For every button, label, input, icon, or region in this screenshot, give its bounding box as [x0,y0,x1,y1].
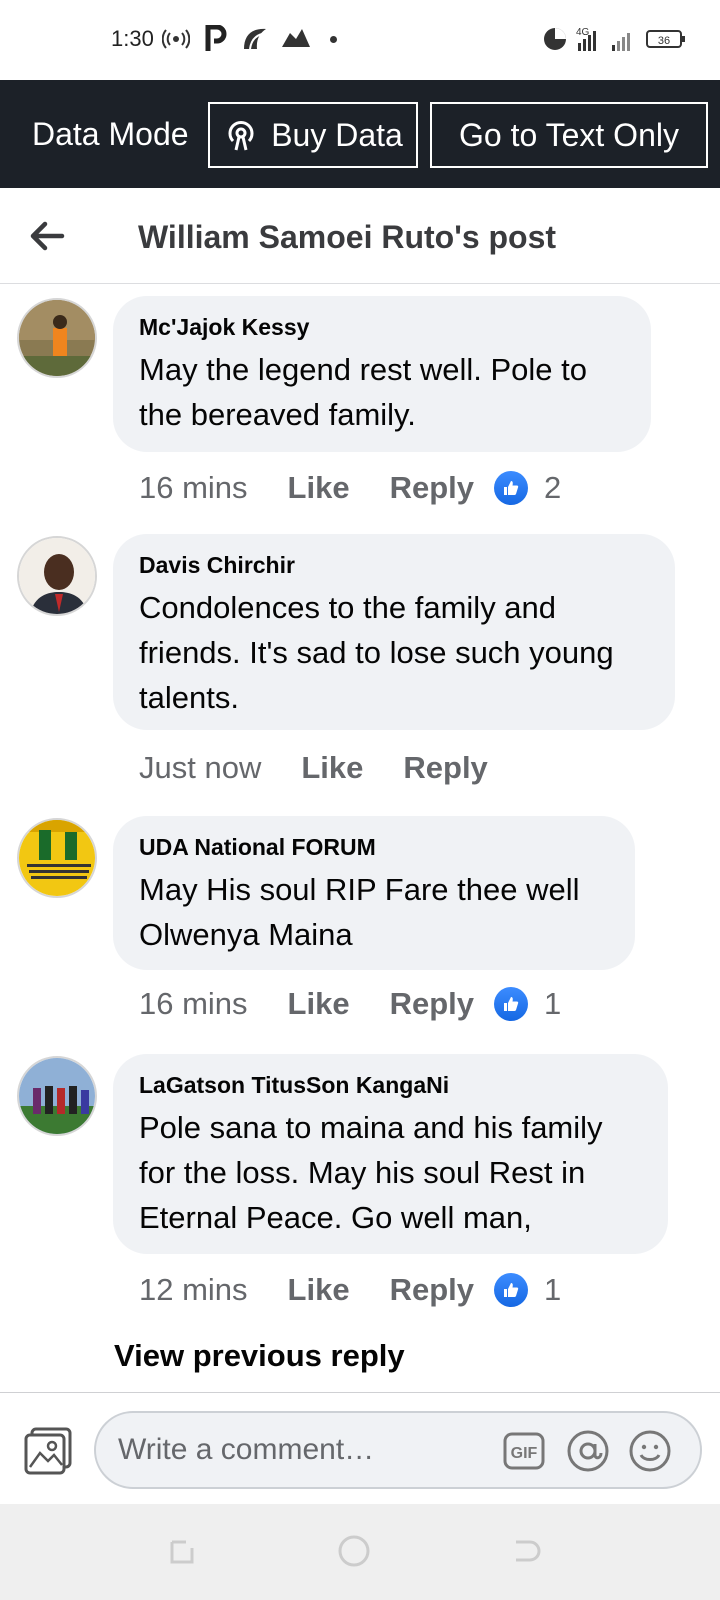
app-notification-icon [240,24,270,54]
recent-apps-button[interactable] [166,1534,200,1568]
comment-time[interactable]: Just now [139,750,261,786]
back-nav-icon [516,1540,541,1562]
post-header: William Samoei Ruto's post [0,188,720,284]
comment-bubble[interactable]: Davis Chirchir Condolences to the family… [113,534,675,730]
like-count[interactable]: 2 [544,470,561,506]
comment-author[interactable]: UDA National FORUM [139,834,609,861]
home-button[interactable] [337,1534,371,1568]
like-reaction-icon[interactable] [494,1273,528,1307]
like-button[interactable]: Like [288,1272,350,1308]
comment-time[interactable]: 16 mins [139,986,248,1022]
reply-button[interactable]: Reply [390,1272,474,1308]
more-notifications-icon [330,24,337,54]
signal-icon: 4G [574,24,644,54]
back-button[interactable] [26,214,70,258]
data-mode-bar: Data Mode Buy Data Go to Text Only [0,80,720,188]
mention-button[interactable] [566,1429,610,1473]
back-nav-button[interactable] [508,1534,542,1568]
like-button[interactable]: Like [288,986,350,1022]
comment-bubble[interactable]: LaGatson TitusSon KangaNi Pole sana to m… [113,1054,668,1254]
buy-data-label: Buy Data [271,116,403,153]
avatar[interactable] [17,818,97,898]
avatar[interactable] [17,536,97,616]
view-previous-reply-link[interactable]: View previous reply [114,1338,405,1374]
add-photo-button[interactable] [22,1425,74,1477]
back-arrow-icon [30,221,65,251]
comment-meta: 16 mins Like Reply 1 [139,986,561,1022]
gif-icon: GIF [503,1432,545,1470]
comment-author[interactable]: Davis Chirchir [139,552,649,579]
comment-text: Condolences to the family and friends. I… [139,590,614,715]
gif-label: GIF [511,1445,538,1462]
avatar[interactable] [17,298,97,378]
comment-bubble[interactable]: UDA National FORUM May His soul RIP Fare… [113,816,635,970]
at-sign-icon [567,1430,609,1472]
status-bar: 1:30 4G 36 [0,0,720,80]
game-notification-icon [280,24,312,54]
data-saver-icon [542,24,568,54]
svg-text:4G: 4G [576,27,590,38]
smiley-icon [629,1430,671,1472]
broadcast-icon [228,121,254,151]
battery-icon: 36 [646,24,686,54]
parking-app-icon [204,24,228,54]
data-mode-label: Data Mode [32,116,189,152]
comment-text: May the legend rest well. Pole to the be… [139,352,588,432]
hotspot-icon [162,24,190,54]
gif-button[interactable]: GIF [502,1429,546,1473]
comment-author[interactable]: LaGatson TitusSon KangaNi [139,1072,642,1099]
comment-meta: 12 mins Like Reply 1 [139,1272,561,1308]
like-button[interactable]: Like [288,470,350,506]
comment-time[interactable]: 16 mins [139,470,248,506]
comment-input[interactable]: Write a comment… GIF [94,1411,702,1489]
emoji-button[interactable] [628,1429,672,1473]
comment-input-placeholder: Write a comment… [118,1433,375,1466]
comment-text: May His soul RIP Fare thee well Olwenya … [139,872,580,952]
like-reaction-icon[interactable] [494,471,528,505]
go-to-text-only-button[interactable]: Go to Text Only [430,102,708,168]
reply-button[interactable]: Reply [390,470,474,506]
like-reaction-icon[interactable] [494,987,528,1021]
like-count[interactable]: 1 [544,986,561,1022]
comment-text: Pole sana to maina and his family for th… [139,1110,603,1235]
reply-button[interactable]: Reply [403,750,487,786]
home-icon [338,1535,370,1567]
like-count[interactable]: 1 [544,1272,561,1308]
text-only-label: Go to Text Only [459,116,679,153]
comment-bubble[interactable]: Mc'Jajok Kessy May the legend rest well.… [113,296,651,452]
buy-data-button[interactable]: Buy Data [208,102,418,168]
status-time: 1:30 [111,26,154,51]
battery-level: 36 [658,35,670,47]
system-nav-bar [0,1504,720,1600]
comment-time[interactable]: 12 mins [139,1272,248,1308]
comment-composer: Write a comment… GIF [0,1392,720,1504]
photo-icon [24,1427,72,1475]
avatar[interactable] [17,1056,97,1136]
comment-meta: 16 mins Like Reply 2 [139,470,561,506]
recent-apps-icon [170,1540,194,1564]
like-button[interactable]: Like [301,750,363,786]
comment-meta: Just now Like Reply [139,750,488,786]
comment-author[interactable]: Mc'Jajok Kessy [139,314,625,341]
reply-button[interactable]: Reply [390,986,474,1022]
page-title: William Samoei Ruto's post [138,219,557,255]
